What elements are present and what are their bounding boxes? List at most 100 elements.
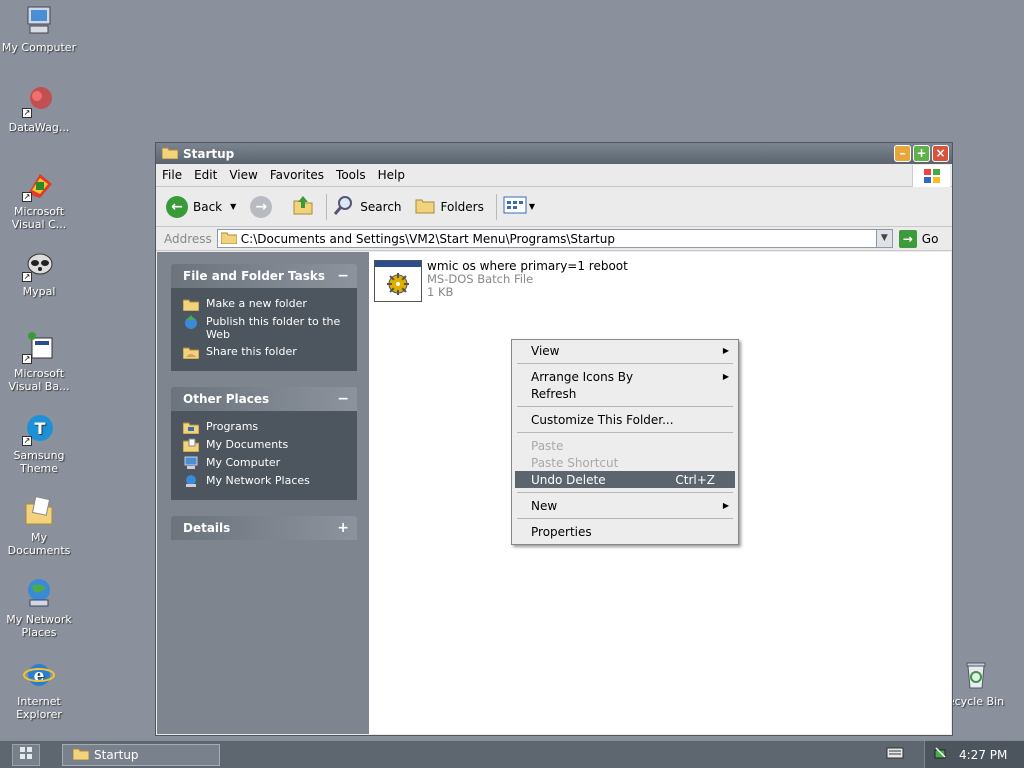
keyboard-icon[interactable] xyxy=(886,747,904,762)
desktop-icon-my-documents[interactable]: My Documents xyxy=(1,494,77,557)
desktop-icon-datawag[interactable]: ↗ DataWag... xyxy=(1,84,77,134)
minimize-button[interactable]: – xyxy=(894,145,911,162)
documents-folder-icon xyxy=(182,438,200,453)
visual-c-icon: ↗ xyxy=(22,168,56,202)
new-folder-icon xyxy=(182,297,200,312)
dropdown-arrow-icon[interactable]: ▼ xyxy=(230,202,236,211)
place-my-computer[interactable]: My Computer xyxy=(183,456,349,470)
desktop-icon-label: Microsoft Visual Ba... xyxy=(8,367,70,393)
up-folder-icon xyxy=(292,194,314,219)
menu-item-label: Properties xyxy=(531,524,592,539)
task-label: Publish this folder to the Web xyxy=(206,315,341,341)
panel-title: File and Folder Tasks xyxy=(183,269,326,283)
clock[interactable]: 4:27 PM xyxy=(959,748,1007,762)
desktop-icon-label: Microsoft Visual C... xyxy=(11,205,67,231)
chevron-down-icon[interactable]: ▼ xyxy=(875,230,892,247)
menu-tools[interactable]: Tools xyxy=(330,168,372,182)
file-item[interactable]: wmic os where primary=1 reboot MS-DOS Ba… xyxy=(374,260,628,302)
desktop-icon-mypal[interactable]: ↗ Mypal xyxy=(1,248,77,298)
windows-logo-icon xyxy=(912,165,950,187)
menu-item-customize-folder[interactable]: Customize This Folder... xyxy=(515,411,735,428)
close-button[interactable]: × xyxy=(932,145,949,162)
other-places-header[interactable]: Other Places − xyxy=(171,387,357,411)
taskbar-button-startup[interactable]: Startup xyxy=(62,743,220,766)
menu-item-undo-delete[interactable]: Undo Delete Ctrl+Z xyxy=(515,471,735,488)
menu-favorites[interactable]: Favorites xyxy=(264,168,330,182)
desktop-icon-visual-basic[interactable]: ↗ Microsoft Visual Ba... xyxy=(1,330,77,393)
task-label: Share this folder xyxy=(206,345,297,358)
collapse-icon[interactable]: − xyxy=(337,391,349,407)
desktop-icon-internet-explorer[interactable]: e Internet Explorer xyxy=(1,658,77,721)
samsung-theme-icon: T ↗ xyxy=(22,412,56,446)
computer-icon xyxy=(22,4,56,38)
menu-separator xyxy=(517,518,733,519)
menu-item-new[interactable]: New ▶ xyxy=(515,497,735,514)
place-my-documents[interactable]: My Documents xyxy=(182,438,349,453)
network-tray-icon[interactable] xyxy=(933,745,949,764)
taskbar: Startup 4:27 PM xyxy=(0,740,1024,768)
desktop-icon-label: Samsung Theme xyxy=(13,449,65,475)
desktop-icon-my-computer[interactable]: My Computer xyxy=(1,4,77,54)
menu-separator xyxy=(517,406,733,407)
menu-separator xyxy=(517,363,733,364)
task-make-new-folder[interactable]: Make a new folder xyxy=(182,297,349,312)
folders-button[interactable]: Folders xyxy=(414,195,484,218)
menu-item-label: Refresh xyxy=(531,386,577,401)
toolbar-separator xyxy=(495,193,497,220)
shortcut-arrow-icon: ↗ xyxy=(22,436,32,446)
search-label: Search xyxy=(360,199,402,214)
menu-item-view[interactable]: View ▶ xyxy=(515,342,735,359)
folder-icon xyxy=(72,747,90,763)
window-title: Startup xyxy=(183,146,235,161)
desktop-icon-visual-c[interactable]: ↗ Microsoft Visual C... xyxy=(1,168,77,231)
start-grid-icon xyxy=(19,746,33,763)
shortcut-arrow-icon: ↗ xyxy=(22,108,32,118)
menu-help[interactable]: Help xyxy=(372,168,411,182)
maximize-button[interactable]: + xyxy=(913,145,930,162)
dropdown-arrow-icon: ▼ xyxy=(528,202,536,211)
desktop-icon-label: ecycle Bin xyxy=(947,695,1005,708)
file-size: 1 KB xyxy=(427,285,454,299)
expand-icon[interactable]: + xyxy=(337,520,349,536)
up-folder-button[interactable] xyxy=(292,194,314,219)
desktop-icon-samsung-theme[interactable]: T ↗ Samsung Theme xyxy=(1,412,77,475)
task-share-folder[interactable]: Share this folder xyxy=(182,345,349,360)
file-type: MS-DOS Batch File xyxy=(427,272,534,286)
go-button[interactable]: → Go xyxy=(898,229,939,248)
submenu-arrow-icon: ▶ xyxy=(722,346,729,355)
back-arrow-icon: ← xyxy=(166,195,188,218)
views-icon xyxy=(503,195,527,218)
collapse-icon[interactable]: − xyxy=(337,268,349,284)
file-folder-tasks-header[interactable]: File and Folder Tasks − xyxy=(171,264,357,288)
panel-title: Other Places xyxy=(183,392,270,406)
search-button[interactable]: Search xyxy=(333,194,402,219)
go-label: Go xyxy=(921,231,939,246)
submenu-arrow-icon: ▶ xyxy=(722,372,729,381)
menu-file[interactable]: File xyxy=(156,168,188,182)
views-button[interactable]: ▼ xyxy=(503,195,535,218)
menu-bar: File Edit View Favorites Tools Help xyxy=(156,164,952,187)
forward-button[interactable]: → xyxy=(250,195,273,218)
desktop-icon-my-network-places[interactable]: My Network Places xyxy=(1,576,77,639)
title-bar[interactable]: Startup – + × xyxy=(156,143,952,164)
system-tray: 4:27 PM xyxy=(924,740,1024,768)
svg-text:T: T xyxy=(35,419,46,438)
place-label: My Documents xyxy=(206,438,289,451)
back-button[interactable]: ← Back ▼ xyxy=(166,195,236,218)
task-publish-folder[interactable]: Publish this folder to the Web xyxy=(183,315,349,341)
menu-item-arrange-icons[interactable]: Arrange Icons By ▶ xyxy=(515,368,735,385)
address-input[interactable]: C:\Documents and Settings\VM2\Start Menu… xyxy=(216,229,893,248)
context-menu: View ▶ Arrange Icons By ▶ Refresh Custom… xyxy=(511,339,739,545)
menu-edit[interactable]: Edit xyxy=(188,168,223,182)
menu-view[interactable]: View xyxy=(223,168,263,182)
menu-item-refresh[interactable]: Refresh xyxy=(515,385,735,402)
details-header[interactable]: Details + xyxy=(171,516,357,540)
menu-item-label: Paste xyxy=(531,438,564,453)
address-bar: Address C:\Documents and Settings\VM2\St… xyxy=(156,227,952,251)
network-places-icon xyxy=(22,576,56,610)
start-button[interactable] xyxy=(12,743,40,766)
place-my-network-places[interactable]: My Network Places xyxy=(183,474,349,488)
desktop-icon-label: Internet Explorer xyxy=(16,695,62,721)
place-programs[interactable]: Programs xyxy=(182,420,349,435)
menu-item-properties[interactable]: Properties xyxy=(515,523,735,540)
